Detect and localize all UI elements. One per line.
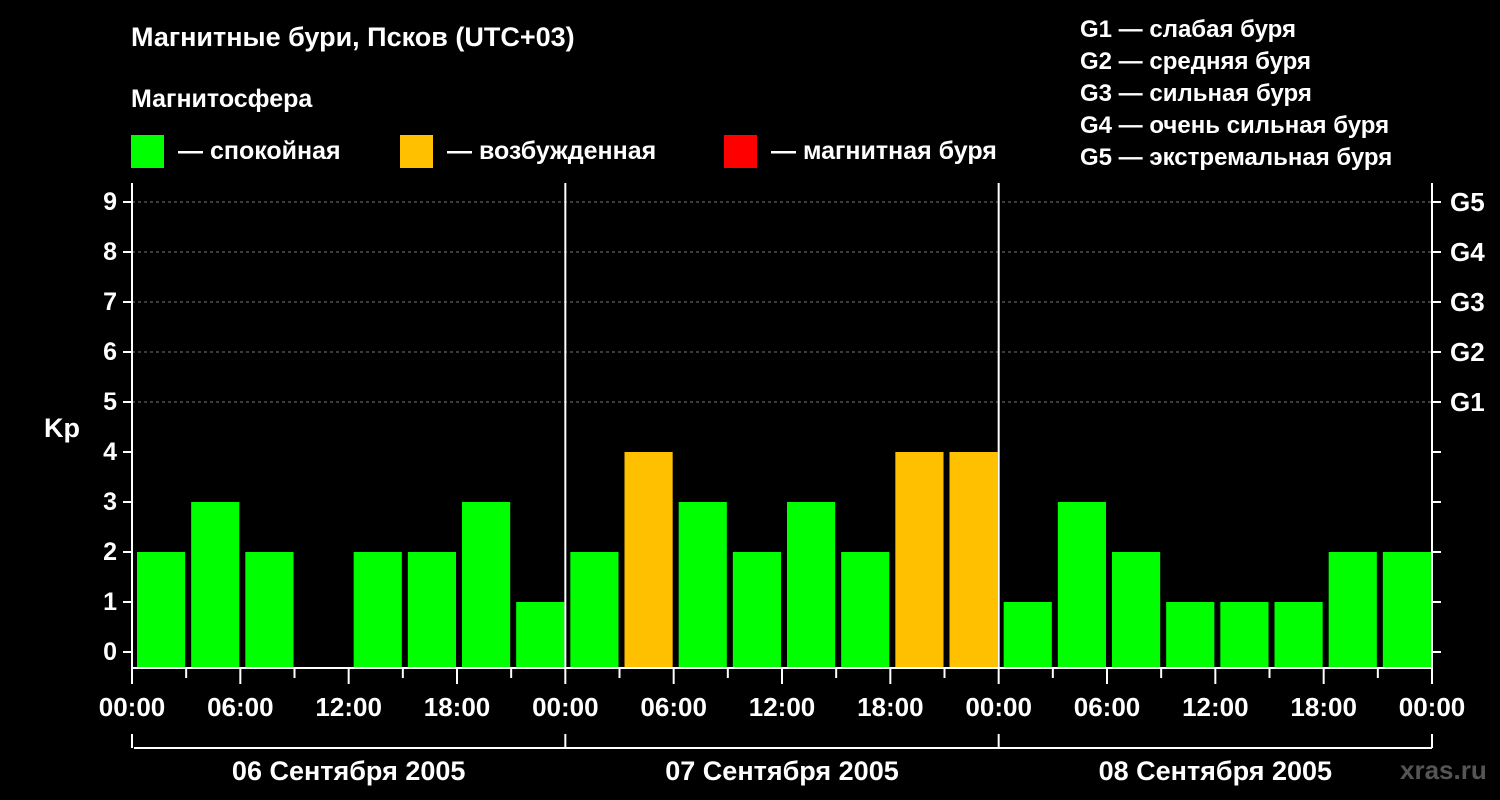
bar-12	[787, 502, 836, 668]
bar-9	[624, 452, 673, 668]
bar-10	[678, 502, 727, 668]
y-tick-label-2: 2	[103, 538, 117, 566]
bar-15	[949, 452, 998, 668]
x-tick-label-0: 00:00	[99, 692, 166, 722]
bar-14	[895, 452, 944, 668]
watermark: xras.ru	[1400, 755, 1487, 785]
kp-chart: 0 1 2 3 4 5 6 7 8 9 G1 G2 G3 G4 G5 Kp 00:00 06:00 12:00 18:…	[44, 183, 1485, 786]
bar-2	[245, 552, 294, 668]
bar-6	[462, 502, 511, 668]
x-tick-label-7: 18:00	[857, 692, 924, 722]
right-axis-label-g3: G3	[1450, 287, 1485, 317]
bar-19	[1166, 602, 1215, 668]
y-tick-label-4: 4	[103, 438, 117, 466]
bar-7	[516, 602, 565, 668]
x-tick-label-9: 06:00	[1074, 692, 1141, 722]
x-tick-label-12: 00:00	[1399, 692, 1466, 722]
right-axis-label-g4: G4	[1450, 237, 1485, 267]
y-axis-label: Kp	[44, 413, 80, 443]
right-axis-label-g2: G2	[1450, 337, 1485, 367]
bar-23	[1382, 552, 1431, 668]
x-tick-label-2: 12:00	[315, 692, 382, 722]
x-tick-label-10: 12:00	[1182, 692, 1249, 722]
x-tick-label-8: 00:00	[965, 692, 1032, 722]
y-tick-label-1: 1	[103, 588, 117, 616]
bar-5	[407, 552, 456, 668]
bar-20	[1220, 602, 1269, 668]
bar-17	[1057, 502, 1106, 668]
x-tick-label-11: 18:00	[1290, 692, 1357, 722]
x-tick-label-3: 18:00	[424, 692, 491, 722]
day-label-1: 07 Сентября 2005	[665, 756, 898, 786]
right-axis-label-g1: G1	[1450, 387, 1485, 417]
y-tick-label-5: 5	[103, 388, 117, 416]
x-tick-label-5: 06:00	[640, 692, 707, 722]
x-tick-label-1: 06:00	[207, 692, 274, 722]
bar-11	[732, 552, 781, 668]
bar-18	[1112, 552, 1161, 668]
y-tick-label-0: 0	[103, 638, 117, 666]
day-label-2: 08 Сентября 2005	[1099, 756, 1332, 786]
y-tick-label-9: 9	[103, 188, 117, 216]
y-tick-label-6: 6	[103, 338, 117, 366]
bar-22	[1328, 552, 1377, 668]
x-tick-label-4: 00:00	[532, 692, 599, 722]
bar-13	[841, 552, 890, 668]
bar-16	[1003, 602, 1052, 668]
bar-4	[353, 552, 402, 668]
bar-8	[570, 552, 619, 668]
y-tick-label-8: 8	[103, 238, 117, 266]
x-tick-label-6: 12:00	[749, 692, 816, 722]
y-tick-label-3: 3	[103, 488, 117, 516]
right-axis-label-g5: G5	[1450, 187, 1485, 217]
bar-0	[137, 552, 186, 668]
bar-21	[1274, 602, 1323, 668]
bar-1	[191, 502, 240, 668]
day-label-0: 06 Сентября 2005	[232, 756, 465, 786]
y-tick-label-7: 7	[103, 288, 117, 316]
